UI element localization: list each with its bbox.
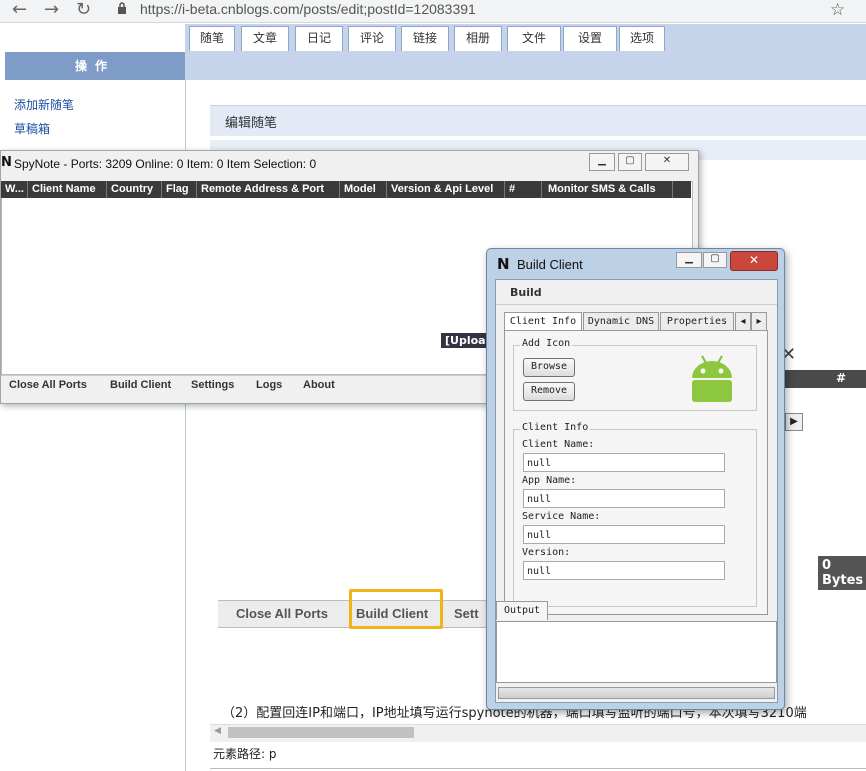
column-header[interactable]: Client Name — [28, 181, 107, 198]
tab-files[interactable]: 文件 — [507, 26, 561, 51]
android-icon — [692, 355, 732, 402]
sidebar-item-new-post[interactable]: 添加新随笔 — [14, 93, 74, 117]
client-info-group: Client Info Client Name: null App Name: … — [513, 422, 757, 607]
star-icon[interactable]: ☆ — [830, 0, 845, 20]
app-name-label: App Name: — [522, 475, 577, 486]
tab-settings[interactable]: 设置 — [563, 26, 617, 51]
column-header[interactable]: Model — [340, 181, 387, 198]
spynote-logo-icon: N — [1, 155, 12, 170]
admin-tab-bar: 随笔 文章 日记 评论 链接 相册 文件 设置 选项 — [185, 24, 866, 80]
version-label: Version: — [522, 547, 571, 558]
client-info-pane: Add Icon Browse Remove Client Info Clien… — [504, 330, 768, 615]
grid-header: W... Client Name Country Flag Remote Add… — [1, 181, 691, 198]
add-icon-group: Add Icon Browse Remove — [513, 338, 757, 411]
minimize-button[interactable]: ▁ — [589, 153, 615, 171]
version-field[interactable]: null — [523, 561, 725, 580]
arrow-right-icon[interactable]: → — [44, 0, 59, 20]
column-header[interactable]: Version & Api Level — [387, 181, 505, 198]
spynote-logo-icon: N — [497, 255, 510, 273]
chevron-right-icon[interactable]: ▸ — [751, 312, 767, 331]
column-hash: # — [836, 371, 847, 385]
tab-output[interactable]: Output — [496, 601, 548, 620]
bytes-label: 0 Bytes — [818, 556, 866, 590]
tab-albums[interactable]: 相册 — [454, 26, 502, 51]
build-progress-bar — [498, 687, 775, 699]
lock-icon — [118, 2, 126, 14]
tab-client-info[interactable]: Client Info — [504, 312, 582, 332]
column-header[interactable]: Monitor SMS & Calls — [542, 181, 673, 198]
build-client-dialog: N Build Client ▁ ▢ ✕ Build Client Info D… — [486, 248, 785, 710]
service-name-field[interactable]: null — [523, 525, 725, 544]
tab-comments[interactable]: 评论 — [348, 26, 396, 51]
tab-diary[interactable]: 日记 — [295, 26, 343, 51]
page-title: 编辑随笔 — [225, 116, 278, 131]
highlight-box — [349, 589, 443, 629]
tab-strip: Client Info Dynamic DNS Properties ◂ ▸ — [504, 312, 768, 332]
reload-icon[interactable]: ↻ — [76, 0, 91, 20]
tab-dynamic-dns[interactable]: Dynamic DNS — [583, 312, 659, 331]
edit-header — [210, 105, 866, 136]
tab-posts[interactable]: 随笔 — [189, 26, 235, 51]
menu-logs[interactable]: Logs — [256, 379, 282, 391]
menu-about[interactable]: About — [303, 379, 335, 391]
column-header[interactable]: Country — [107, 181, 162, 198]
group-label: Add Icon — [520, 338, 573, 349]
background-grid-header: # — [780, 370, 866, 388]
tab-articles[interactable]: 文章 — [241, 26, 289, 51]
sidebar-item-drafts[interactable]: 草稿箱 — [14, 117, 74, 141]
close-button[interactable]: ✕ — [730, 251, 778, 271]
tab-options[interactable]: 选项 — [619, 26, 665, 51]
app-name-field[interactable]: null — [523, 489, 725, 508]
settings-button[interactable]: Sett — [454, 606, 479, 621]
tab-properties[interactable]: Properties — [660, 312, 734, 331]
url-text[interactable]: https://i-beta.cnblogs.com/posts/edit;po… — [140, 1, 476, 17]
menu-build-client[interactable]: Build Client — [110, 379, 171, 391]
close-button[interactable]: ✕ — [645, 153, 689, 171]
output-textarea[interactable] — [496, 621, 777, 683]
scroll-left-icon[interactable]: ◀ — [214, 726, 221, 736]
column-header[interactable]: Remote Address & Port — [197, 181, 340, 198]
arrow-left-icon[interactable]: ← — [12, 0, 27, 20]
scrollbar-thumb[interactable] — [228, 727, 414, 738]
menu-close-all-ports[interactable]: Close All Ports — [9, 379, 87, 391]
element-path: 元素路径: p — [213, 747, 277, 761]
dialog-title: Build Client — [517, 257, 583, 272]
column-header[interactable]: W... — [1, 181, 28, 198]
dialog-body: Build Client Info Dynamic DNS Properties… — [495, 279, 778, 703]
chevron-left-icon[interactable]: ◂ — [735, 312, 751, 331]
client-name-field[interactable]: null — [523, 453, 725, 472]
tab-links[interactable]: 链接 — [401, 26, 449, 51]
service-name-label: Service Name: — [522, 511, 601, 522]
maximize-button[interactable]: ▢ — [618, 153, 642, 171]
close-all-ports-button[interactable]: Close All Ports — [236, 606, 328, 621]
build-header: Build — [496, 280, 777, 305]
column-header[interactable]: Flag — [162, 181, 197, 198]
column-header[interactable]: # — [505, 181, 542, 198]
maximize-button[interactable]: ▢ — [703, 252, 727, 268]
operations-header: 操作 — [5, 52, 185, 80]
menu-settings[interactable]: Settings — [191, 379, 234, 391]
browse-button[interactable]: Browse — [523, 358, 575, 377]
divider — [210, 768, 866, 769]
minimize-button[interactable]: ▁ — [676, 252, 702, 268]
window-title: SpyNote - Ports: 3209 Online: 0 Item: 0 … — [14, 157, 317, 171]
client-name-label: Client Name: — [522, 439, 595, 450]
triangle-right-icon[interactable]: ▶ — [785, 413, 803, 431]
group-label: Client Info — [520, 422, 591, 433]
build-label: Build — [510, 286, 542, 299]
remove-button[interactable]: Remove — [523, 382, 575, 401]
